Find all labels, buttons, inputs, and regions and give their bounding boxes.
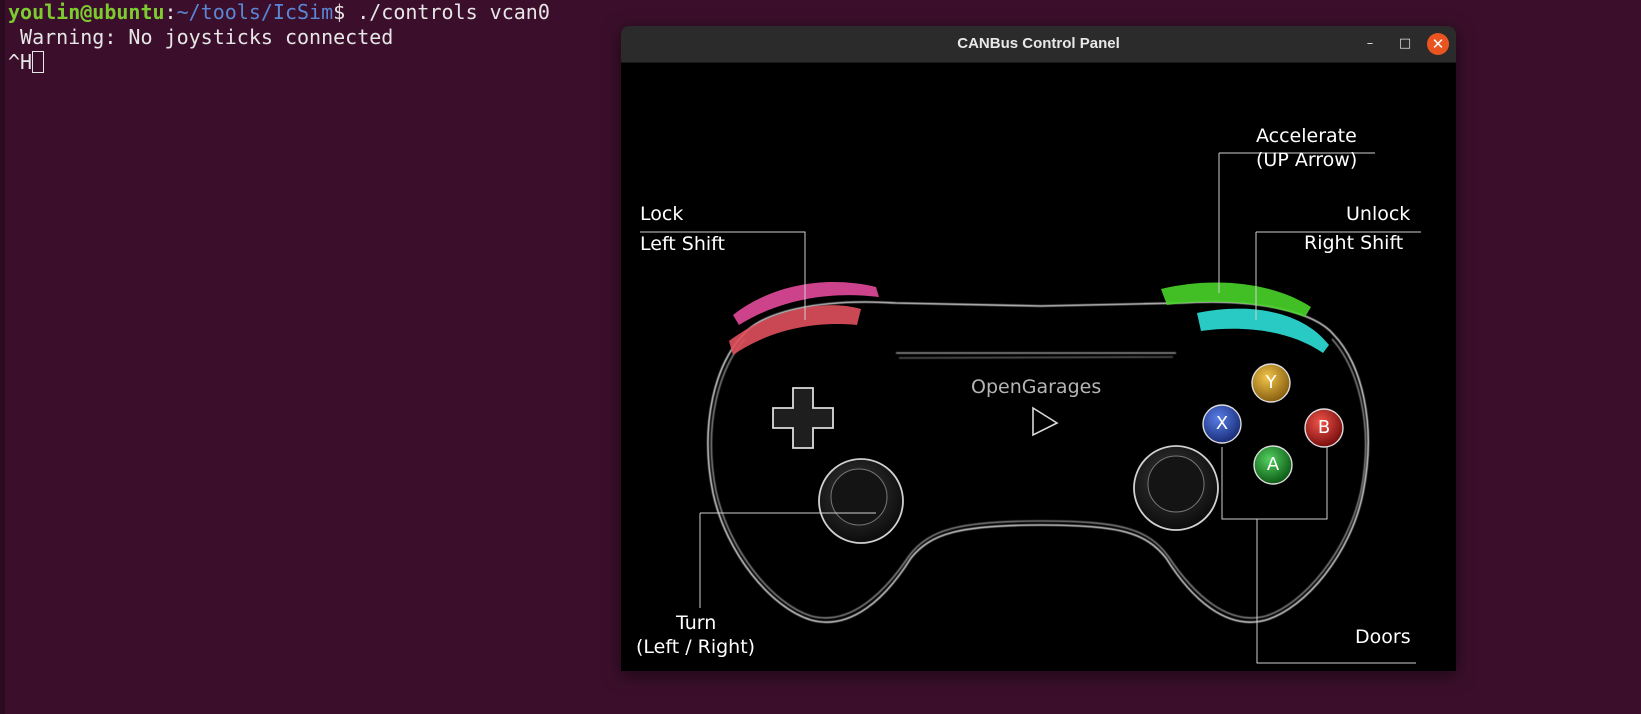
unlock-key-label: Right Shift [1304, 232, 1404, 254]
input-text: ^H [8, 50, 33, 74]
button-b-label[interactable]: B [1304, 408, 1344, 448]
turn-label: Turn [676, 612, 717, 634]
bumper-unlock-group [1161, 282, 1329, 353]
button-x-label[interactable]: X [1202, 404, 1242, 444]
turn-key-label: (Left / Right) [636, 636, 756, 658]
dpad-icon [772, 387, 834, 449]
prompt-separator: : [164, 0, 177, 24]
input-line[interactable]: ^H [8, 50, 45, 75]
close-button[interactable]: ✕ [1427, 33, 1449, 55]
maximize-button[interactable]: □ [1394, 33, 1416, 55]
brand-label: OpenGarages [971, 376, 1102, 398]
minimize-button[interactable]: – [1359, 33, 1381, 55]
accelerate-key-label: (UP Arrow) [1256, 149, 1358, 171]
right-stick-icon [1133, 445, 1219, 531]
window-titlebar[interactable]: CANBus Control Panel – □ ✕ [621, 26, 1456, 63]
accelerate-label: Accelerate [1256, 125, 1357, 147]
lock-key-label: Left Shift [640, 233, 725, 255]
prompt-dollar: $ [333, 0, 346, 24]
prompt-user: youlin@ubuntu [8, 0, 165, 24]
prompt-path: ~/tools/IcSim [176, 0, 334, 24]
terminal-edge [0, 0, 5, 714]
terminal-command-line: youlin@ubuntu:~/tools/IcSim$ ./controls … [8, 0, 550, 25]
lock-label: Lock [640, 203, 684, 225]
command-text: ./controls vcan0 [345, 0, 550, 24]
warning-line: Warning: No joysticks connected [8, 25, 394, 49]
doors-label: Doors [1355, 626, 1411, 648]
text-cursor [32, 51, 45, 73]
bumper-lock-group [729, 282, 879, 355]
controller-canvas[interactable]: Lock Left Shift Accelerate (UP Arrow) Un… [621, 63, 1456, 671]
button-y-label[interactable]: Y [1251, 363, 1291, 403]
start-icon [1032, 406, 1059, 437]
control-panel-window[interactable]: CANBus Control Panel – □ ✕ Lock Left Shi… [621, 26, 1456, 671]
window-title: CANBus Control Panel [957, 35, 1120, 52]
button-a-label[interactable]: A [1253, 445, 1293, 485]
unlock-label: Unlock [1346, 203, 1411, 225]
left-stick-icon [818, 458, 904, 544]
